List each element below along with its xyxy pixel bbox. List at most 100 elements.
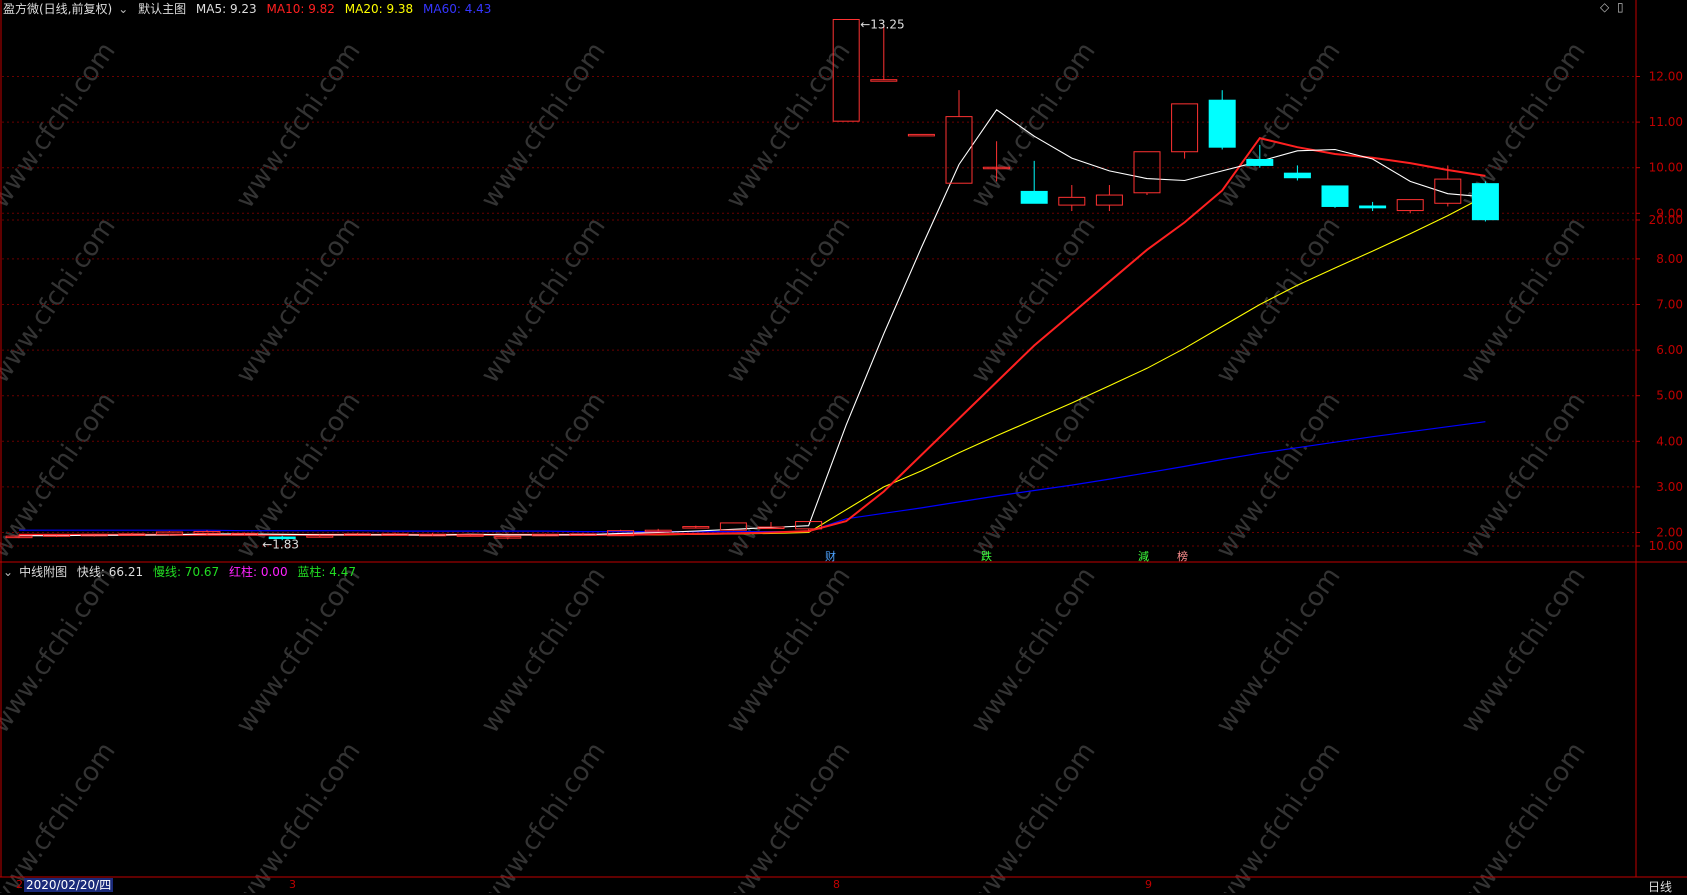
low-price-label: ←1.83: [262, 537, 299, 551]
sub-header: ⌄ 中线附图 快线: 66.21 慢线: 70.67 红柱: 0.00 蓝柱: 4…: [3, 563, 362, 580]
main-header: 盈方微(日线,前复权) ⌄ 默认主图 MA5: 9.23 MA10: 9.82 M…: [3, 0, 497, 17]
event-marker-drop[interactable]: 跌: [981, 548, 992, 564]
y-tick-label: 20.00: [1649, 213, 1683, 227]
main-y-axis: 2.003.004.005.006.007.008.009.0010.0011.…: [1636, 70, 1683, 540]
candle[interactable]: [682, 525, 710, 529]
watermark: www.cfchi.com: [1455, 562, 1591, 739]
chart-canvas: www.cfchi.comwww.cfchi.comwww.cfchi.comw…: [0, 0, 1687, 893]
y-tick-label: 4.00: [1656, 434, 1683, 448]
candle-body: [1208, 99, 1236, 148]
panel-toggle-icon[interactable]: ▯: [1617, 0, 1624, 14]
candle[interactable]: [907, 133, 935, 137]
candle-body: [907, 133, 935, 137]
candle[interactable]: [343, 532, 371, 536]
candle[interactable]: [1133, 151, 1161, 196]
watermark: www.cfchi.com: [720, 387, 856, 564]
chevron-down-icon[interactable]: ⌄: [118, 2, 128, 16]
watermark: www.cfchi.com: [0, 37, 122, 214]
blue-bar-value: 蓝柱: 4.47: [297, 565, 356, 579]
candle-body: [1133, 151, 1161, 194]
y-tick-label: 3.00: [1656, 480, 1683, 494]
candle[interactable]: [569, 532, 597, 536]
y-tick-label: 2.00: [1656, 526, 1683, 540]
main-panel-name[interactable]: 默认主图: [138, 2, 186, 16]
candle[interactable]: [1359, 201, 1387, 212]
red-bar-value: 红柱: 0.00: [229, 565, 288, 579]
watermark: www.cfchi.com: [1210, 387, 1346, 564]
candle[interactable]: [1471, 181, 1499, 222]
watermark: www.cfchi.com: [1210, 562, 1346, 739]
ma10-value: MA10: 9.82: [266, 2, 335, 16]
candle[interactable]: [155, 531, 183, 536]
candle[interactable]: [1095, 185, 1123, 212]
watermark: www.cfchi.com: [230, 212, 366, 389]
candle[interactable]: [531, 533, 559, 537]
candle-body: [945, 116, 973, 184]
watermark: www.cfchi.com: [475, 212, 611, 389]
candle[interactable]: [381, 532, 409, 536]
candle[interactable]: [1208, 90, 1236, 150]
candle[interactable]: [945, 90, 973, 184]
candle[interactable]: [1058, 185, 1086, 212]
watermark: www.cfchi.com: [1455, 737, 1591, 893]
candle-body: [1359, 205, 1387, 209]
watermark: www.cfchi.com: [965, 737, 1101, 893]
y-tick-label: 7.00: [1656, 298, 1683, 312]
period-label[interactable]: 日线: [1648, 878, 1672, 895]
candle-body: [1246, 158, 1274, 166]
candle-body: [155, 531, 183, 535]
y-tick-label: 6.00: [1656, 343, 1683, 357]
candle-body: [1020, 190, 1048, 204]
candle[interactable]: [1396, 199, 1424, 214]
watermark: www.cfchi.com: [475, 737, 611, 893]
stock-name: 盈方微(日线,前复权): [3, 2, 113, 16]
month-label-sep: 9: [1145, 878, 1152, 891]
watermark: www.cfchi.com: [720, 737, 856, 893]
y-tick-label: 10.00: [1649, 161, 1683, 175]
event-marker-reduce[interactable]: 減: [1138, 548, 1149, 564]
watermark: www.cfchi.com: [475, 387, 611, 564]
watermark: www.cfchi.com: [965, 387, 1101, 564]
candle[interactable]: [870, 24, 898, 82]
event-marker-finance[interactable]: 财: [825, 548, 836, 564]
watermark: www.cfchi.com: [720, 562, 856, 739]
month-label-aug: 8: [833, 878, 840, 891]
chevron-down-icon[interactable]: ⌄: [3, 565, 13, 579]
watermark: www.cfchi.com: [1210, 737, 1346, 893]
event-marker-list[interactable]: 榜: [1177, 548, 1188, 564]
watermark: www.cfchi.com: [720, 212, 856, 389]
diamond-icon[interactable]: ◇: [1600, 0, 1609, 14]
month-label-mar: 3: [289, 878, 296, 891]
watermark: www.cfchi.com: [0, 212, 122, 389]
watermark: www.cfchi.com: [230, 562, 366, 739]
fast-line-value: 快线: 66.21: [76, 565, 144, 579]
candle[interactable]: [419, 532, 447, 537]
ma20-value: MA20: 9.38: [344, 2, 414, 16]
candle[interactable]: [1321, 185, 1349, 208]
ma60-value: MA60: 4.43: [423, 2, 492, 16]
y-tick-label: 10.00: [1649, 539, 1683, 553]
watermark: www.cfchi.com: [0, 562, 122, 739]
watermark: www.cfchi.com: [475, 37, 611, 214]
candle-body: [1283, 172, 1311, 179]
watermark: www.cfchi.com: [230, 37, 366, 214]
watermark: www.cfchi.com: [1455, 212, 1591, 389]
cursor-date: 2020/02/20/四: [24, 878, 114, 892]
watermark-layer: www.cfchi.comwww.cfchi.comwww.cfchi.comw…: [0, 37, 1592, 893]
candle[interactable]: [1171, 103, 1199, 159]
watermark: www.cfchi.com: [230, 737, 366, 893]
watermark: www.cfchi.com: [0, 737, 122, 893]
watermark: www.cfchi.com: [1210, 212, 1346, 389]
watermark: www.cfchi.com: [475, 562, 611, 739]
candle[interactable]: [118, 532, 146, 536]
candle[interactable]: [644, 528, 672, 533]
ma5-value: MA5: 9.23: [195, 2, 257, 16]
sub-panel-name[interactable]: 中线附图: [19, 565, 67, 579]
candle-body: [1471, 183, 1499, 221]
y-tick-label: 8.00: [1656, 252, 1683, 266]
candle-body: [1058, 196, 1086, 206]
candle-body: [1171, 103, 1199, 153]
watermark: www.cfchi.com: [965, 562, 1101, 739]
watermark: www.cfchi.com: [965, 212, 1101, 389]
candle-body: [1321, 185, 1349, 207]
